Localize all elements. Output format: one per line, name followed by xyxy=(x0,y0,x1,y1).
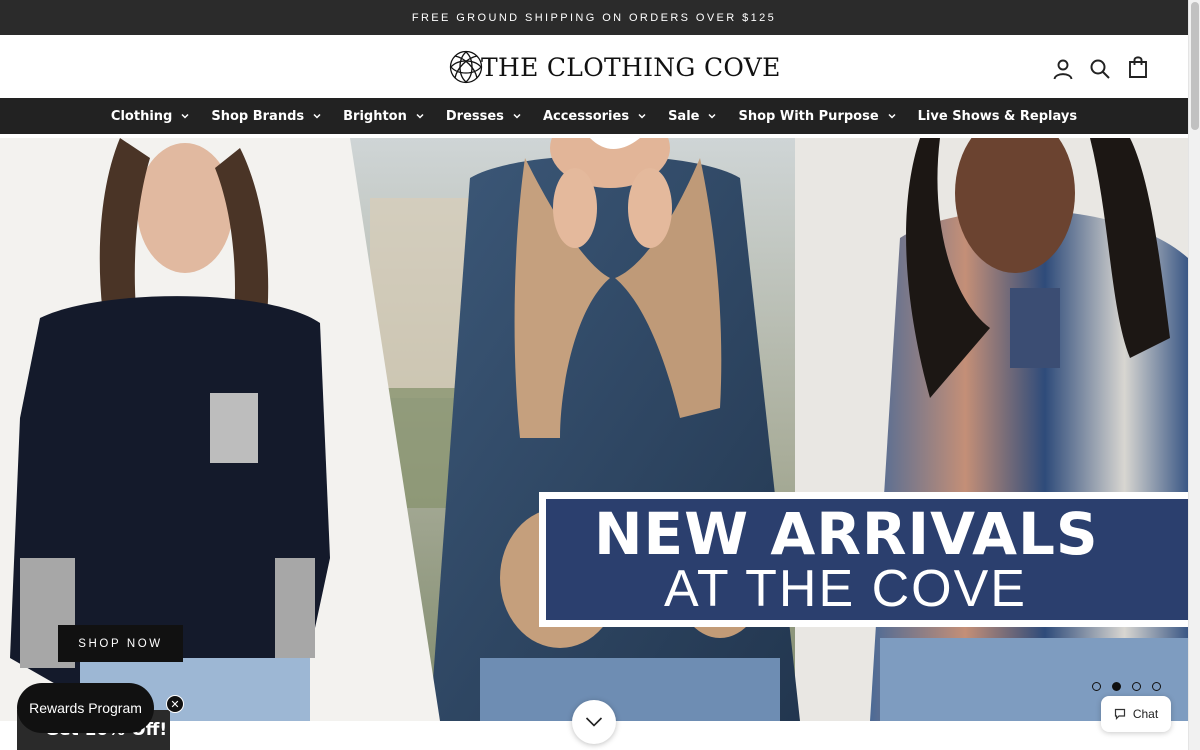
chevron-down-icon xyxy=(513,113,521,119)
cart-icon[interactable] xyxy=(1126,55,1150,79)
site-logo[interactable]: THE CLOTHING COVE xyxy=(448,49,781,85)
nav-item-brighton[interactable]: Brighton xyxy=(332,98,435,134)
nav-item-label: Brighton xyxy=(343,108,407,124)
logo-emblem-icon xyxy=(449,50,483,84)
site-header: THE CLOTHING COVE xyxy=(0,35,1188,98)
close-icon: ✕ xyxy=(170,697,180,711)
slide-dot-3[interactable] xyxy=(1132,682,1141,691)
nav-item-label: Dresses xyxy=(445,108,504,124)
chat-button[interactable]: Chat xyxy=(1101,696,1171,732)
hero-banner: NEW ARRIVALS AT THE COVE xyxy=(539,492,1188,627)
nav-item-label: Clothing xyxy=(110,108,173,124)
rewards-program-label: Rewards Program xyxy=(29,700,142,716)
nav-item-shop-brands[interactable]: Shop Brands xyxy=(200,98,332,134)
chat-bubble-icon xyxy=(1114,708,1125,720)
account-icon[interactable] xyxy=(1051,57,1075,81)
chevron-down-icon xyxy=(416,113,424,119)
slide-dots xyxy=(1092,682,1161,691)
chevron-down-icon xyxy=(585,717,603,727)
hero-slideshow[interactable]: SHOP NOW NEW ARRIVALS AT THE COVE xyxy=(0,138,1188,721)
rewards-program-button[interactable]: Rewards Program xyxy=(17,683,154,733)
nav-item-live-shows-replays[interactable]: Live Shows & Replays xyxy=(907,98,1088,134)
scrollbar-thumb[interactable] xyxy=(1191,2,1199,130)
nav-item-label: Shop With Purpose xyxy=(738,108,879,124)
nav-item-clothing[interactable]: Clothing xyxy=(100,98,200,134)
nav-item-accessories[interactable]: Accessories xyxy=(532,98,657,134)
nav-item-sale[interactable]: Sale xyxy=(657,98,727,134)
nav-item-label: Accessories xyxy=(542,108,630,124)
nav-item-label: Shop Brands xyxy=(211,108,305,124)
hero-headline: NEW ARRIVALS xyxy=(594,500,1099,568)
nav-item-dresses[interactable]: Dresses xyxy=(435,98,532,134)
chevron-down-icon xyxy=(888,113,896,119)
chevron-down-icon xyxy=(638,113,646,119)
announcement-bar: FREE GROUND SHIPPING ON ORDERS OVER $125 xyxy=(0,0,1188,35)
page-scrollbar[interactable] xyxy=(1188,0,1200,750)
search-icon[interactable] xyxy=(1088,57,1112,81)
chat-label: Chat xyxy=(1132,707,1159,721)
hero-banner-inner: NEW ARRIVALS AT THE COVE xyxy=(546,499,1188,620)
nav-item-shop-with-purpose[interactable]: Shop With Purpose xyxy=(727,98,906,134)
chevron-down-icon xyxy=(313,113,321,119)
scroll-down-button[interactable] xyxy=(572,700,616,744)
main-nav: Clothing Shop Brands Brighton Dresses Access… xyxy=(0,98,1188,134)
nav-item-label: Live Shows & Replays xyxy=(917,108,1078,124)
hero-subheadline: AT THE COVE xyxy=(664,560,1027,618)
slide-dot-1[interactable] xyxy=(1092,682,1101,691)
rewards-close-button[interactable]: ✕ xyxy=(166,695,184,713)
shop-now-button[interactable]: SHOP NOW xyxy=(58,625,183,662)
logo-text: THE CLOTHING COVE xyxy=(481,52,781,82)
slide-dot-2[interactable] xyxy=(1112,682,1121,691)
chevron-down-icon xyxy=(181,113,189,119)
slide-dot-4[interactable] xyxy=(1152,682,1161,691)
announcement-text: FREE GROUND SHIPPING ON ORDERS OVER $125 xyxy=(411,11,777,24)
nav-item-label: Sale xyxy=(668,108,700,124)
chevron-down-icon xyxy=(708,113,717,119)
